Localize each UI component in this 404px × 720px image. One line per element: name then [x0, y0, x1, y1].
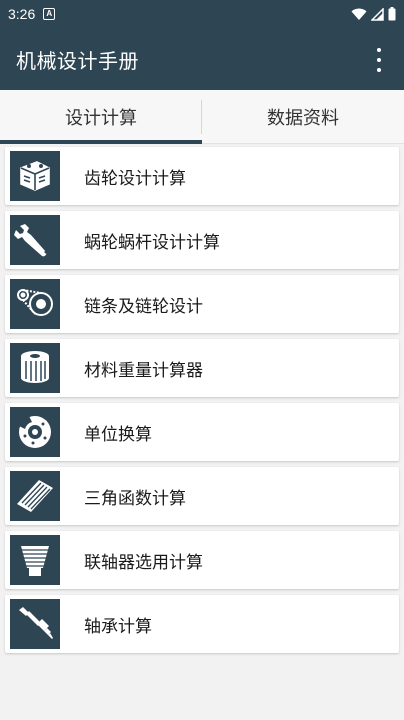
signal-icon	[371, 7, 384, 21]
list-item-material-weight[interactable]: 材料重量计算器	[5, 339, 399, 397]
tab-design-calc[interactable]: 设计计算	[0, 90, 202, 144]
list-item-label: 轴承计算	[84, 616, 152, 637]
cone-filter-icon	[10, 535, 60, 585]
brake-disc-icon	[10, 407, 60, 457]
list-item-chain-sprocket[interactable]: 链条及链轮设计	[5, 275, 399, 333]
status-time: 3:26	[8, 6, 36, 22]
wrench-icon	[10, 215, 60, 265]
air-filter-icon	[10, 471, 60, 521]
list-item-gear-calc[interactable]: 齿轮设计计算	[5, 147, 399, 205]
spark-plug-icon	[10, 599, 60, 649]
tab-data-reference[interactable]: 数据资料	[202, 90, 404, 143]
list-item-label: 单位换算	[84, 424, 152, 445]
status-icons	[351, 7, 396, 21]
app-title: 机械设计手册	[16, 48, 139, 73]
list-item-worm-gear-calc[interactable]: 蜗轮蜗杆设计计算	[5, 211, 399, 269]
status-bar: 3:26 A	[0, 0, 404, 28]
list-item-trig-calc[interactable]: 三角函数计算	[5, 467, 399, 525]
engine-icon	[10, 151, 60, 201]
battery-icon	[388, 7, 396, 21]
chain-drive-icon	[10, 279, 60, 329]
list-item-label: 蜗轮蜗杆设计计算	[84, 232, 220, 253]
list-item-coupling-selection[interactable]: 联轴器选用计算	[5, 531, 399, 589]
list-item-label: 联轴器选用计算	[84, 552, 203, 573]
wifi-icon	[351, 8, 367, 20]
calculator-list: 齿轮设计计算 蜗轮蜗杆设计计算 链条及链轮设计 材料重量计算器 单位换算 三角函…	[5, 147, 399, 659]
more-dot-icon	[377, 48, 381, 52]
more-dot-icon	[377, 68, 381, 72]
filter-cylinder-icon	[10, 343, 60, 393]
list-item-label: 三角函数计算	[84, 488, 186, 509]
list-item-bearing-calc[interactable]: 轴承计算	[5, 595, 399, 653]
list-item-label: 材料重量计算器	[84, 360, 203, 381]
tab-bar: 设计计算 数据资料	[0, 90, 404, 144]
more-dot-icon	[377, 58, 381, 62]
app-bar: 机械设计手册	[0, 28, 404, 90]
list-item-unit-conversion[interactable]: 单位换算	[5, 403, 399, 461]
list-item-label: 链条及链轮设计	[84, 296, 203, 317]
notification-icon: A	[43, 8, 56, 20]
list-item-label: 齿轮设计计算	[84, 168, 186, 189]
more-options-button[interactable]	[368, 48, 390, 72]
